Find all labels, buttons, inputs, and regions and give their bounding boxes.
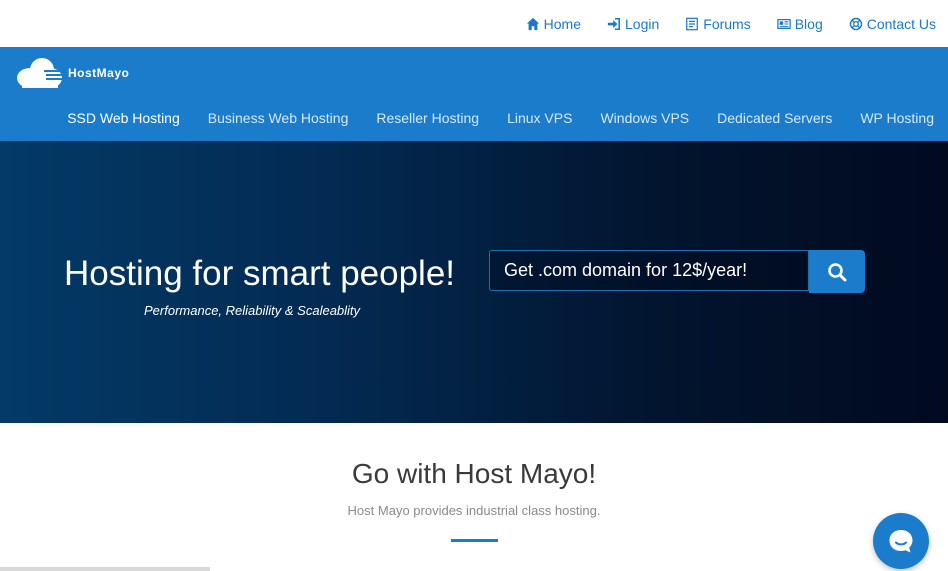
- top-links: Home Login Forums Blog Contact Us: [526, 0, 936, 47]
- section-divider: [451, 539, 498, 542]
- nav-item-business-web-hosting[interactable]: Business Web Hosting: [208, 110, 349, 126]
- section-title: Go with Host Mayo!: [351, 458, 597, 489]
- cloud-logo-icon: [17, 58, 63, 88]
- top-link-home[interactable]: Home: [526, 16, 581, 32]
- section-subtitle: Host Mayo provides industrial class host…: [347, 503, 601, 518]
- search-icon: [828, 262, 847, 281]
- main-navbar: HostMayo SSD Web Hosting Business Web Ho…: [0, 47, 948, 141]
- top-link-blog[interactable]: Blog: [776, 15, 823, 32]
- top-link-forums[interactable]: Forums: [685, 15, 751, 32]
- domain-search-input[interactable]: [490, 259, 806, 282]
- nav-item-windows-vps[interactable]: Windows VPS: [600, 110, 689, 126]
- top-link-label: Home: [543, 15, 581, 32]
- domain-search-box: [489, 250, 809, 291]
- forums-icon: [686, 17, 699, 30]
- home-icon: [526, 17, 539, 30]
- login-icon: [607, 17, 621, 30]
- top-link-label: Forums: [703, 15, 751, 32]
- hero-subtitle: Performance, Reliability & Scaleablity: [144, 303, 361, 318]
- nav-item-linux-vps[interactable]: Linux VPS: [507, 110, 572, 126]
- top-link-contact[interactable]: Contact Us: [849, 16, 936, 32]
- chat-bubble-icon: [889, 530, 913, 553]
- top-link-label: Blog: [794, 15, 823, 32]
- top-link-label: Login: [625, 15, 660, 32]
- blog-icon: [776, 18, 791, 29]
- top-link-login[interactable]: Login: [607, 16, 659, 32]
- live-chat-button[interactable]: [873, 513, 929, 569]
- primary-nav: SSD Web Hosting Business Web Hosting Res…: [53, 98, 948, 138]
- brand-logo[interactable]: HostMayo: [16, 57, 129, 89]
- top-utility-bar: Home Login Forums Blog Contact Us: [0, 0, 948, 47]
- hero-banner: Hosting for smart people! Performance, R…: [0, 141, 948, 423]
- nav-item-dedicated-servers[interactable]: Dedicated Servers: [717, 110, 832, 126]
- top-link-label: Contact Us: [866, 15, 936, 32]
- nav-item-ssd-web-hosting[interactable]: SSD Web Hosting: [67, 110, 180, 126]
- brand-name: HostMayo: [68, 66, 130, 80]
- nav-item-reseller-hosting[interactable]: Reseller Hosting: [376, 110, 479, 126]
- horizontal-scrollbar[interactable]: [0, 567, 210, 571]
- domain-search-button[interactable]: [809, 250, 865, 293]
- nav-item-wp-hosting[interactable]: WP Hosting: [860, 110, 934, 126]
- hero-title: Hosting for smart people!: [64, 254, 456, 293]
- support-icon: [849, 17, 862, 30]
